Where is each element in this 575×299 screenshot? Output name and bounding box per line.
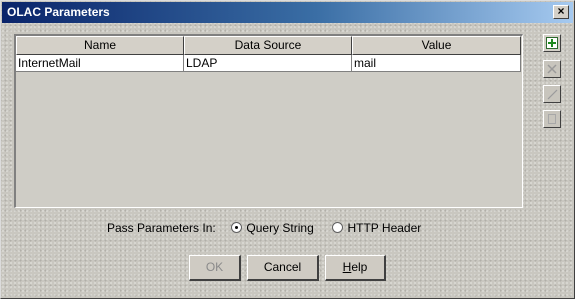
column-header-data-source[interactable]: Data Source	[184, 36, 352, 55]
add-row-icon	[546, 37, 558, 49]
help-label-rest: elp	[351, 260, 368, 274]
parameters-table: Name Data Source Value InternetMail LDAP…	[14, 34, 523, 208]
olac-parameters-dialog: OLAC Parameters × Name Data Source Value…	[0, 0, 575, 299]
radio-http-header[interactable]: HTTP Header	[332, 220, 422, 235]
cell-data-source[interactable]: LDAP	[184, 55, 352, 72]
pass-parameters-group: Pass Parameters In: Query String HTTP He…	[107, 220, 421, 236]
radio-selected-icon[interactable]	[231, 222, 243, 234]
delete-row-icon	[547, 64, 557, 74]
radio-query-string[interactable]: Query String	[231, 220, 317, 235]
help-button[interactable]: Help	[325, 255, 386, 281]
ok-button[interactable]: OK	[189, 255, 241, 281]
cell-name[interactable]: InternetMail	[16, 55, 184, 72]
table-header: Name Data Source Value	[16, 36, 521, 55]
edit-icon	[547, 89, 558, 100]
delete-row-button[interactable]	[543, 60, 561, 78]
title-bar[interactable]: OLAC Parameters ×	[2, 2, 573, 23]
cancel-button[interactable]: Cancel	[247, 255, 319, 281]
radio-query-string-label: Query String	[246, 220, 314, 235]
table-row[interactable]: InternetMail LDAP mail	[16, 55, 521, 72]
window-title: OLAC Parameters	[7, 5, 110, 19]
properties-icon	[548, 114, 556, 124]
close-button[interactable]: ×	[553, 5, 569, 19]
radio-http-header-label: HTTP Header	[347, 220, 422, 235]
properties-button[interactable]	[543, 110, 561, 128]
cell-value[interactable]: mail	[352, 55, 521, 72]
add-row-button[interactable]	[543, 34, 561, 52]
radio-unselected-icon[interactable]	[332, 222, 344, 234]
column-header-value[interactable]: Value	[352, 36, 521, 55]
pass-parameters-label: Pass Parameters In:	[107, 220, 216, 235]
edit-button[interactable]	[543, 85, 561, 103]
column-header-name[interactable]: Name	[16, 36, 184, 55]
